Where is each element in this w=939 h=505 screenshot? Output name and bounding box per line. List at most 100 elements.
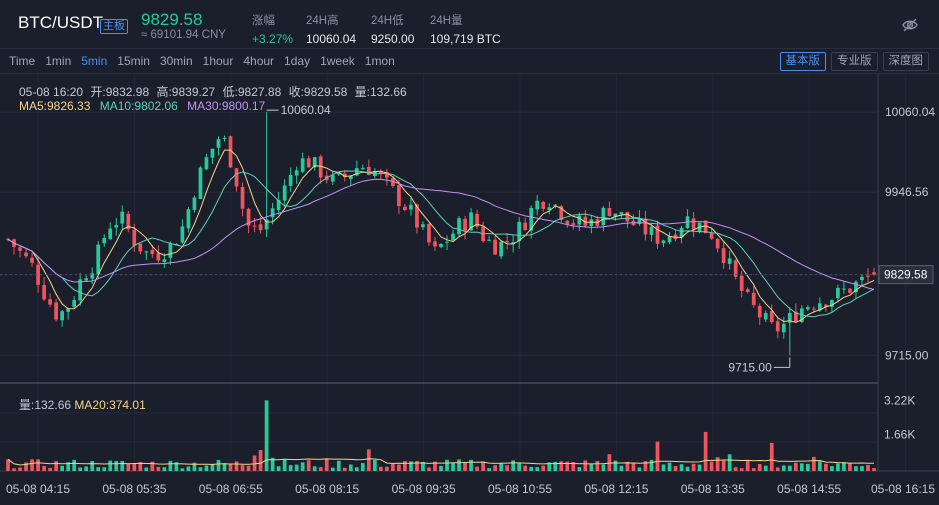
volume-bar bbox=[132, 463, 137, 471]
candle-body bbox=[186, 209, 191, 229]
volume-bar bbox=[397, 464, 401, 471]
volume-bar bbox=[234, 461, 239, 471]
volume-bar bbox=[276, 466, 281, 471]
candle-body bbox=[294, 170, 299, 176]
volume-bar bbox=[787, 465, 792, 471]
ohlc-low: 低:9827.88 bbox=[222, 85, 282, 99]
volume-bar bbox=[655, 441, 660, 471]
time-axis-label: 05-08 16:15 bbox=[871, 482, 935, 496]
candle-body bbox=[210, 148, 215, 158]
max-marker-label: 10060.04 bbox=[281, 103, 331, 117]
volume-bar bbox=[342, 467, 347, 471]
ohlc-volume: 量:132.66 bbox=[354, 85, 407, 99]
volume-bar bbox=[246, 465, 251, 471]
ma5-label: MA5:9826.33 bbox=[19, 99, 91, 113]
volume-bar bbox=[481, 461, 485, 471]
time-axis-label: 05-08 08:15 bbox=[295, 482, 359, 496]
volume-bar bbox=[42, 465, 46, 471]
volume-bar bbox=[721, 460, 726, 471]
volume-bar bbox=[667, 462, 672, 471]
volume-bar bbox=[324, 459, 329, 471]
price-axis-label: 9715.00 bbox=[885, 348, 929, 362]
volume-bar bbox=[601, 464, 606, 471]
volume-bar bbox=[517, 463, 522, 471]
candle-body bbox=[300, 158, 305, 172]
time-axis-label: 05-08 13:35 bbox=[681, 482, 745, 496]
candle-body bbox=[745, 289, 750, 292]
candle-body bbox=[409, 204, 413, 210]
candle-body bbox=[775, 321, 780, 332]
volume-axis-label: 3.22K bbox=[884, 393, 915, 407]
volume-bar bbox=[451, 462, 455, 471]
volume-bar bbox=[378, 466, 383, 471]
candle-body bbox=[751, 292, 756, 305]
candle-body bbox=[739, 275, 744, 291]
candle-body bbox=[763, 313, 768, 320]
volume-bar bbox=[78, 467, 83, 471]
volume-bar bbox=[523, 465, 528, 471]
candle-body bbox=[535, 200, 540, 210]
candle-body bbox=[487, 239, 491, 241]
candlestick-chart[interactable]: 10060.04 9715.00 10060.04 9946.56 9829.58 971… bbox=[0, 0, 939, 505]
volume-bar bbox=[781, 465, 786, 471]
candle-body bbox=[427, 223, 431, 243]
candle-body bbox=[457, 218, 461, 235]
volume-bar bbox=[842, 462, 846, 471]
volume-bar bbox=[673, 466, 678, 471]
candle-body bbox=[625, 211, 630, 222]
volume-bar bbox=[60, 465, 64, 471]
volume-bar bbox=[637, 467, 642, 471]
ohlc-time: 05-08 16:20 bbox=[19, 85, 84, 99]
volume-bar bbox=[469, 459, 473, 471]
price-axis-label: 9946.56 bbox=[885, 185, 929, 199]
candle-body bbox=[108, 228, 113, 240]
volume-bar bbox=[6, 459, 10, 471]
candle-body bbox=[709, 232, 714, 239]
volume-bar bbox=[288, 465, 293, 471]
volume-bar bbox=[613, 460, 618, 471]
volume-bar bbox=[830, 466, 834, 471]
volume-bar bbox=[763, 465, 768, 471]
candle-body bbox=[433, 241, 437, 247]
volume-bar bbox=[427, 467, 431, 471]
volume-bar bbox=[354, 467, 359, 471]
volume-bar bbox=[589, 463, 594, 471]
candle-body bbox=[234, 168, 239, 187]
candle-body bbox=[90, 273, 95, 279]
volume-bar bbox=[511, 460, 516, 471]
volume-axis-label: 1.66K bbox=[884, 428, 915, 442]
volume-bar bbox=[120, 460, 125, 471]
volume-bar bbox=[168, 460, 173, 471]
candle-body bbox=[667, 236, 672, 243]
volume-bar bbox=[282, 459, 287, 471]
candle-body bbox=[721, 248, 726, 264]
candle-body bbox=[24, 252, 28, 257]
ma10-label: MA10:9802.06 bbox=[99, 99, 178, 113]
volume-bar bbox=[180, 468, 185, 471]
volume-bar bbox=[493, 465, 497, 471]
volume-bar bbox=[330, 467, 335, 471]
volume-bar bbox=[872, 468, 876, 471]
candle-body bbox=[577, 215, 582, 225]
volume-bar bbox=[745, 461, 750, 471]
ma30-label: MA30:9800.17 bbox=[187, 99, 266, 113]
volume-bar bbox=[541, 465, 546, 471]
volume-bar bbox=[348, 464, 353, 471]
volume-bar bbox=[72, 459, 77, 471]
volume-bar bbox=[631, 463, 636, 471]
candle-body bbox=[42, 285, 46, 300]
candle-body bbox=[96, 244, 101, 274]
volume-bar bbox=[463, 462, 467, 471]
candle-body bbox=[757, 306, 762, 318]
volume-bar bbox=[866, 464, 870, 471]
candle-body bbox=[180, 226, 185, 243]
volume-bar bbox=[204, 465, 209, 471]
volume-bar bbox=[126, 464, 131, 471]
candle-body bbox=[132, 229, 137, 246]
candle-body bbox=[288, 175, 293, 186]
volume-bar bbox=[228, 463, 233, 471]
candle-body bbox=[517, 221, 522, 242]
candle-body bbox=[48, 299, 52, 305]
volume-bar bbox=[366, 449, 371, 471]
candle-body bbox=[842, 288, 846, 290]
